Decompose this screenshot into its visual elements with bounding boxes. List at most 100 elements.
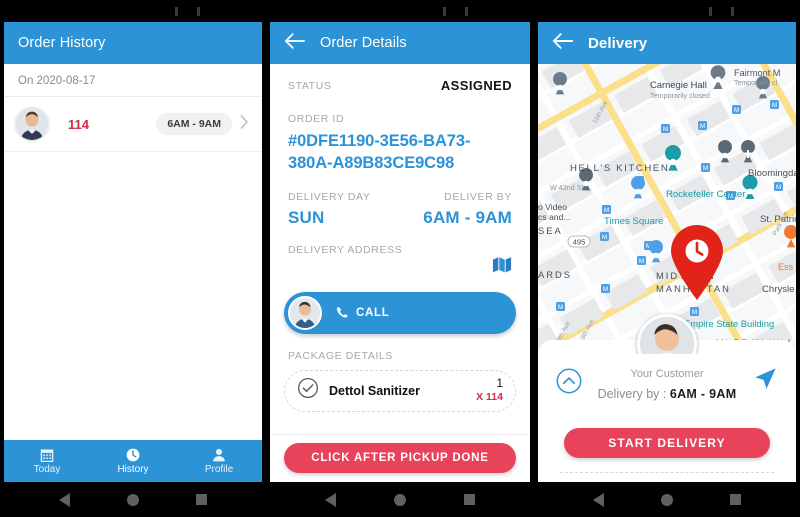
avatar — [14, 106, 50, 142]
appbar-order-details: Order Details — [270, 22, 530, 64]
back-nav-icon[interactable] — [592, 492, 604, 507]
recents-nav-icon[interactable] — [196, 494, 208, 505]
android-nav-bar — [270, 482, 530, 517]
svg-text:Fairmont M: Fairmont M — [734, 68, 780, 78]
order-id-label: ORDER ID — [288, 113, 345, 125]
svg-text:cs and...: cs and... — [538, 212, 570, 222]
order-details-label: Order Details — [562, 480, 627, 482]
recents-nav-icon[interactable] — [464, 494, 475, 505]
sidebar-item-label: Today — [33, 464, 61, 475]
call-button[interactable]: CALL — [284, 291, 516, 334]
check-circle-icon[interactable] — [297, 377, 319, 404]
navigate-arrow-icon[interactable] — [752, 366, 778, 397]
phone-order-details: Order Details STATUS ASSIGNED ORDER ID #… — [266, 0, 534, 517]
delivery-day-row: DELIVERY DAY SUN DELIVER BY 6AM - 9AM — [270, 175, 530, 228]
delivery-by-row: Delivery by : 6AM - 9AM — [552, 387, 782, 401]
svg-text:o Video: o Video — [538, 202, 567, 212]
svg-text:M: M — [602, 234, 607, 241]
status-icon-a — [709, 7, 712, 16]
map-icon[interactable] — [492, 256, 512, 278]
time-slot-chip: 6AM - 9AM — [156, 113, 232, 135]
svg-text:M: M — [772, 102, 777, 109]
order-details-block: Order Details 1 — [562, 480, 627, 482]
order-id-section: ORDER ID #0DFE1190-3E56-BA73-380A-A89B83… — [270, 103, 530, 175]
svg-text:Ess: Ess — [778, 262, 794, 272]
total-amount: £114 — [745, 480, 772, 482]
status-row: STATUS ASSIGNED — [270, 64, 530, 103]
delivery-body: 495 M M M M M M M M M M M M M M Fairmont… — [538, 64, 796, 482]
status-badge: ASSIGNED — [440, 78, 512, 93]
back-nav-icon[interactable] — [58, 492, 70, 507]
sidebar-item-profile[interactable]: Profile — [176, 440, 262, 482]
order-totals: Order Details 1 Total : £114 PAID — [552, 473, 782, 482]
svg-text:M: M — [700, 123, 705, 130]
chevron-right-icon[interactable] — [240, 114, 249, 134]
svg-text:M: M — [776, 184, 781, 191]
home-nav-icon[interactable] — [660, 493, 673, 506]
status-icon-b — [197, 7, 200, 16]
svg-text:495: 495 — [573, 238, 586, 247]
screen-order-details: Order Details STATUS ASSIGNED ORDER ID #… — [270, 0, 530, 517]
sheet-controls: Your Customer Delivery by : 6AM - 9AM — [552, 366, 782, 412]
status-icon-a — [443, 7, 446, 16]
recents-nav-icon[interactable] — [730, 494, 742, 505]
svg-text:M: M — [639, 258, 644, 265]
appbar-order-history: Order History — [4, 22, 262, 64]
status-label: STATUS — [288, 79, 332, 92]
home-nav-icon[interactable] — [394, 493, 406, 506]
bottom-navigation: Today History Profile — [4, 440, 262, 482]
delivery-address-label: DELIVERY ADDRESS — [288, 243, 403, 256]
status-bar — [4, 0, 262, 22]
status-bar — [270, 0, 530, 22]
map-tiles: 495 M MM MM MMM MMM MMM Fairmont M Tempo… — [538, 64, 796, 354]
svg-text:Empire State Building: Empire State Building — [684, 318, 774, 329]
page-title: Delivery — [588, 34, 648, 52]
list-item-package[interactable]: Dettol Sanitizer 1 X 114 — [284, 369, 516, 412]
avatar — [288, 295, 322, 330]
chevron-up-circle-icon[interactable] — [556, 368, 582, 399]
phone-icon — [336, 306, 349, 319]
package-details-label: PACKAGE DETAILS — [288, 349, 393, 362]
pickup-button-container: CLICK AFTER PICKUP DONE — [270, 434, 530, 482]
page-title: Order History — [18, 35, 106, 51]
sidebar-item-label: History — [117, 464, 149, 475]
svg-text:M: M — [663, 126, 668, 133]
back-arrow-icon[interactable] — [552, 32, 574, 54]
status-icon-b — [731, 7, 734, 16]
package-name: Dettol Sanitizer — [329, 383, 420, 398]
list-item-order[interactable]: 114 6AM - 9AM — [4, 97, 262, 152]
home-nav-icon[interactable] — [126, 493, 139, 506]
start-delivery-button[interactable]: START DELIVERY — [564, 428, 770, 458]
back-arrow-icon[interactable] — [284, 32, 306, 54]
status-bar — [538, 0, 796, 22]
delivery-day-value: SUN — [288, 207, 325, 227]
person-icon — [211, 447, 227, 462]
sidebar-item-today[interactable]: Today — [4, 440, 90, 482]
pickup-done-button[interactable]: CLICK AFTER PICKUP DONE — [284, 443, 516, 473]
back-nav-icon[interactable] — [325, 492, 336, 507]
svg-text:M: M — [734, 107, 739, 114]
svg-text:M: M — [703, 165, 708, 172]
svg-text:M: M — [692, 309, 697, 316]
svg-text:Bloomingda: Bloomingda — [748, 168, 796, 179]
deliver-by-label: DELIVER BY — [444, 190, 512, 203]
order-details-scroll[interactable]: STATUS ASSIGNED ORDER ID #0DFE1190-3E56-… — [270, 64, 530, 434]
status-icon-b — [465, 7, 468, 16]
phone-order-history: Order History On 2020-08-17 114 6AM - 9A… — [0, 0, 266, 517]
highway-shield: 495 — [567, 235, 591, 248]
package-qty-value: 1 — [496, 376, 503, 391]
date-header: On 2020-08-17 — [4, 64, 262, 97]
svg-text:M: M — [603, 286, 608, 293]
order-id-value: #0DFE1190-3E56-BA73-380A-A89B83CE9C98 — [288, 132, 471, 172]
screen-delivery: Delivery 495 M M M M M M M M M M M M M M… — [538, 0, 796, 517]
call-button-label: CALL — [356, 306, 390, 319]
deliver-by-block: DELIVER BY 6AM - 9AM — [423, 191, 512, 228]
svg-text:Temporarily cl: Temporarily cl — [734, 80, 778, 87]
android-nav-bar — [4, 482, 262, 517]
delivery-day-block: DELIVERY DAY SUN — [288, 191, 370, 228]
package-multiplier: X 114 — [476, 391, 503, 404]
calendar-icon — [39, 447, 55, 462]
sidebar-item-history[interactable]: History — [90, 440, 176, 482]
empty-list-area — [4, 152, 262, 440]
delivery-map[interactable]: 495 M M M M M M M M M M M M M M Fairmont… — [538, 64, 796, 354]
